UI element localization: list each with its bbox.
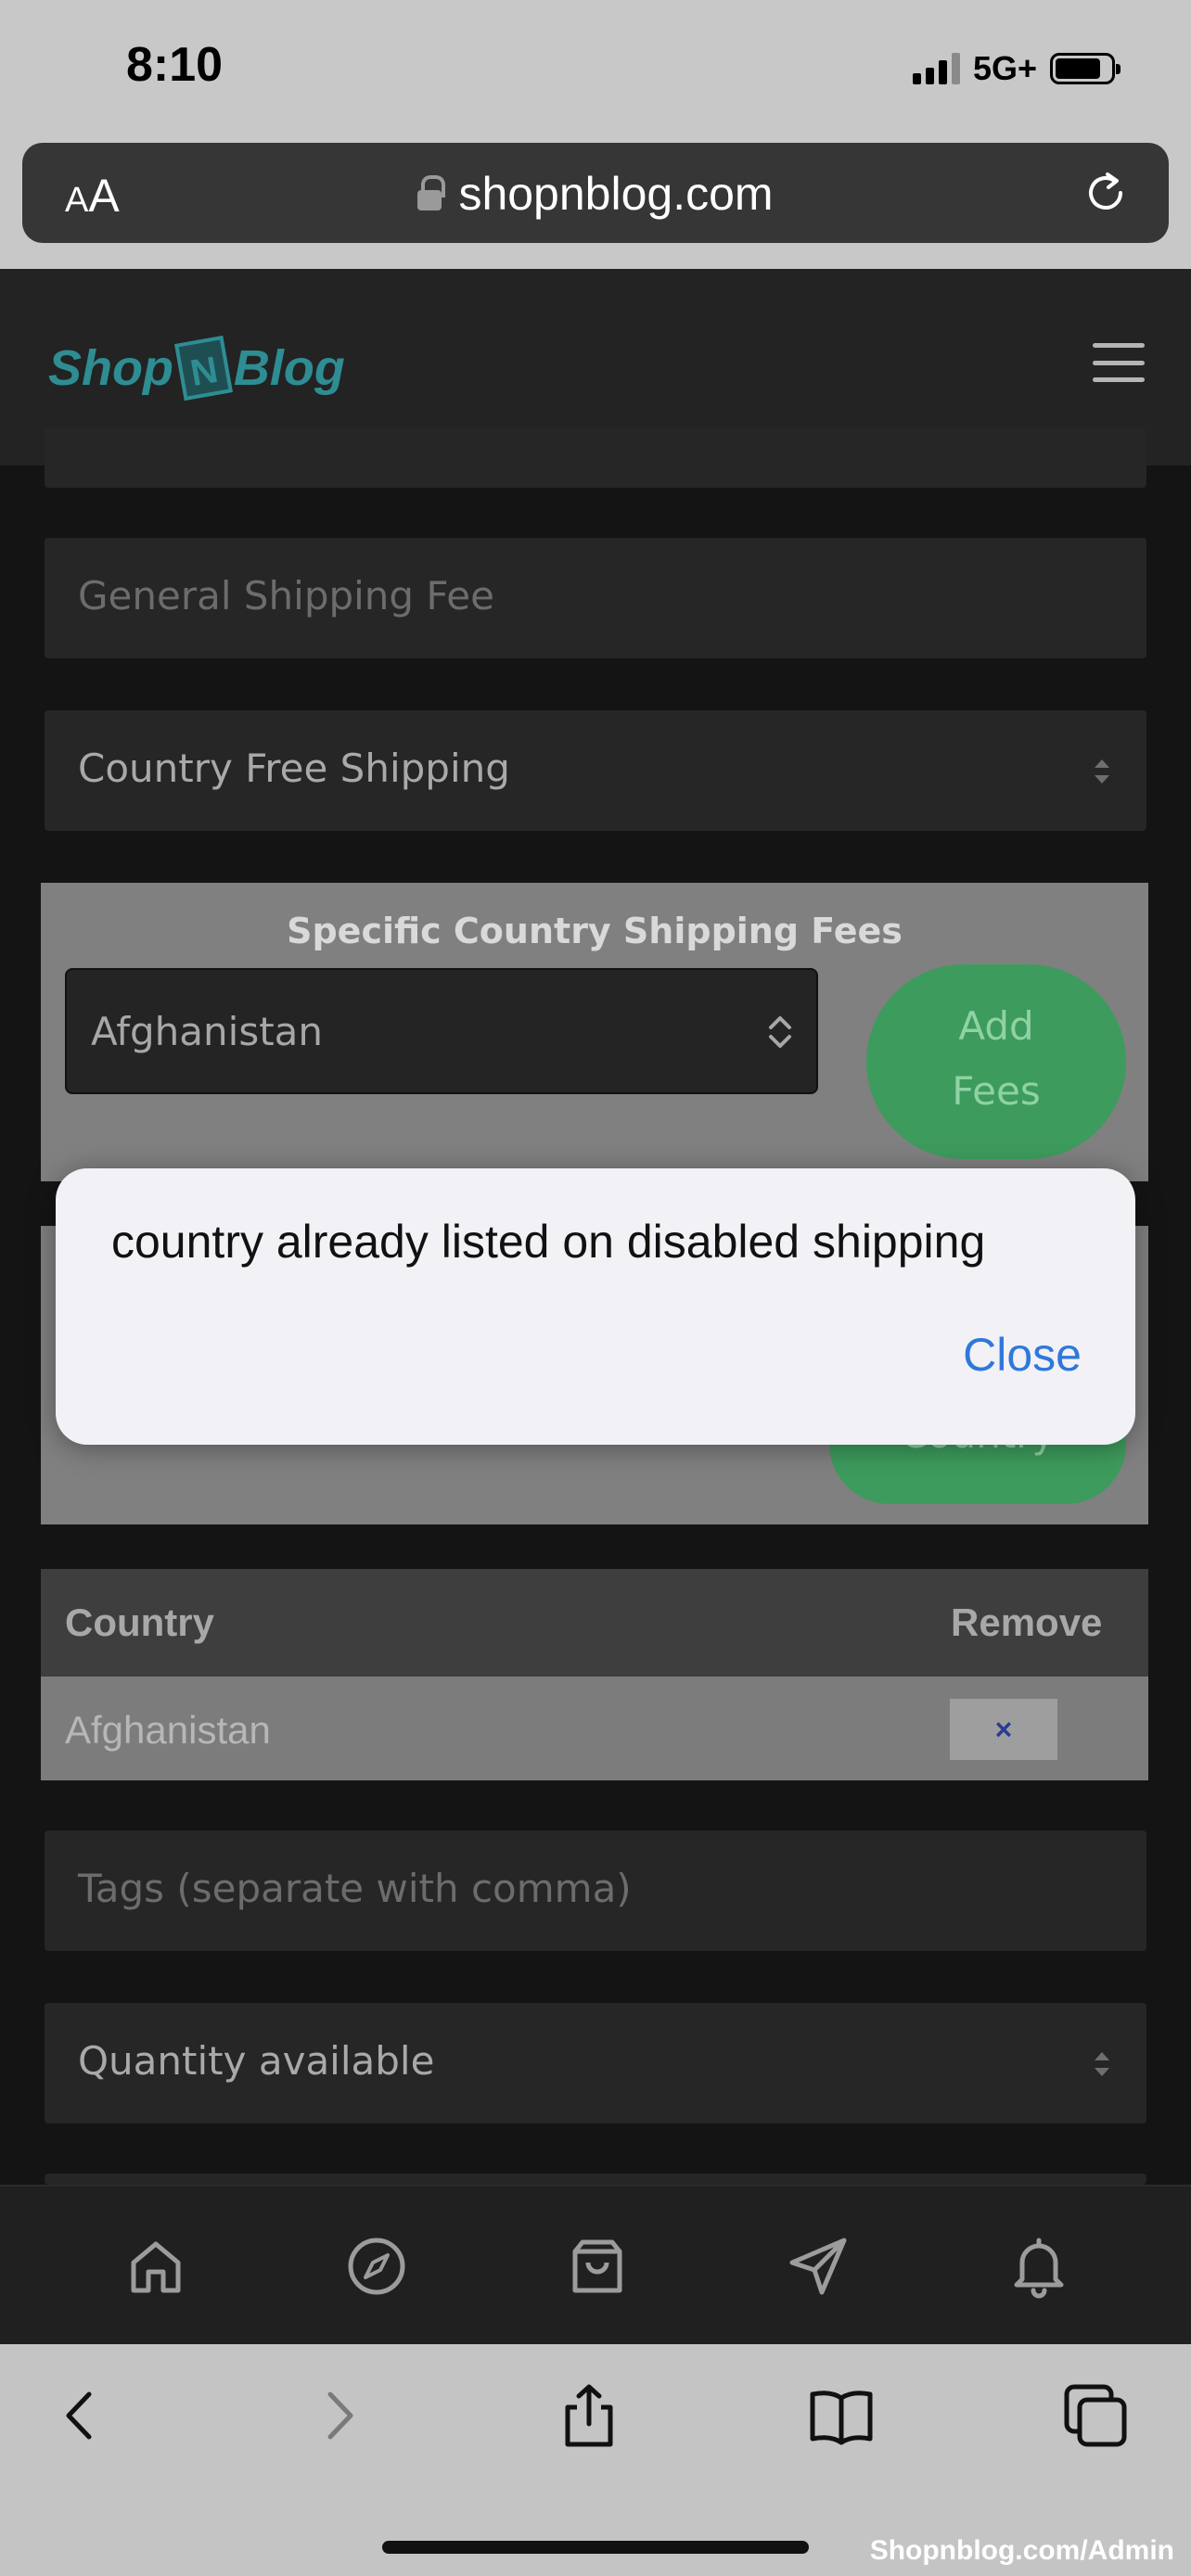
logo-text-right: Blog bbox=[233, 340, 345, 396]
select-arrows-icon bbox=[1095, 2052, 1109, 2076]
alert-message: country already listed on disabled shipp… bbox=[111, 1216, 986, 1268]
alert-close-button[interactable]: Close bbox=[963, 1328, 1082, 1382]
specific-country-select[interactable]: Afghanistan bbox=[65, 968, 818, 1094]
browser-toolbar: Shopnblog.com/Admin bbox=[0, 2344, 1191, 2576]
lock-icon bbox=[417, 175, 446, 212]
status-time: 8:10 bbox=[126, 38, 224, 92]
remove-row-button[interactable]: × bbox=[950, 1699, 1057, 1760]
row-country: Afghanistan bbox=[65, 1708, 271, 1752]
close-icon: × bbox=[994, 1712, 1013, 1746]
add-fees-button[interactable]: Add Fees bbox=[866, 964, 1126, 1159]
add-fees-label-line1: Add bbox=[958, 1003, 1034, 1049]
country-free-shipping-value: Country Free Shipping bbox=[78, 746, 510, 791]
disabled-countries-table: Country Remove Afghanistan × bbox=[41, 1569, 1148, 1780]
address-bar[interactable]: AA shopnblog.com bbox=[22, 143, 1169, 243]
table-header: Country Remove bbox=[41, 1569, 1148, 1677]
status-indicators: 5G+ bbox=[912, 48, 1121, 89]
browser-address-area: AA shopnblog.com bbox=[0, 139, 1191, 269]
site-logo[interactable]: Shop N Blog bbox=[48, 335, 345, 402]
logo-text-left: Shop bbox=[48, 340, 173, 396]
tabs-icon[interactable] bbox=[1063, 2383, 1128, 2448]
alert-dialog: country already listed on disabled shipp… bbox=[56, 1168, 1135, 1445]
tags-placeholder: Tags (separate with comma) bbox=[78, 1866, 632, 1911]
battery-icon bbox=[1050, 53, 1121, 84]
url-text: shopnblog.com bbox=[458, 168, 774, 220]
column-header-country: Country bbox=[65, 1600, 214, 1644]
home-icon[interactable] bbox=[122, 2233, 189, 2300]
status-bar: 8:10 5G+ bbox=[0, 0, 1191, 139]
compass-icon[interactable] bbox=[343, 2233, 410, 2300]
table-row: Afghanistan × bbox=[41, 1677, 1148, 1780]
specific-country-fees-panel: Specific Country Shipping Fees Afghanist… bbox=[41, 883, 1148, 1181]
reload-icon[interactable] bbox=[1080, 167, 1132, 219]
send-icon[interactable] bbox=[785, 2233, 852, 2300]
signal-icon bbox=[912, 53, 960, 84]
general-shipping-fee-placeholder: General Shipping Fee bbox=[78, 573, 494, 618]
tags-input[interactable]: Tags (separate with comma) bbox=[45, 1830, 1146, 1951]
add-fees-label-line2: Fees bbox=[952, 1068, 1041, 1114]
column-header-remove: Remove bbox=[951, 1600, 1103, 1644]
quantity-select[interactable]: Quantity available bbox=[45, 2003, 1146, 2123]
bag-icon[interactable] bbox=[564, 2233, 631, 2300]
chevron-updown-icon bbox=[769, 1016, 791, 1048]
country-free-shipping-select[interactable]: Country Free Shipping bbox=[45, 710, 1146, 831]
previous-field[interactable] bbox=[45, 428, 1146, 488]
share-icon[interactable] bbox=[557, 2383, 621, 2448]
bell-icon[interactable] bbox=[1005, 2233, 1072, 2300]
hamburger-icon[interactable] bbox=[1093, 343, 1145, 382]
back-icon[interactable] bbox=[48, 2383, 113, 2448]
home-indicator[interactable] bbox=[382, 2541, 809, 2554]
forward-icon[interactable] bbox=[306, 2383, 371, 2448]
app-bottom-nav bbox=[0, 2185, 1191, 2344]
selected-country: Afghanistan bbox=[91, 1009, 324, 1054]
network-label: 5G+ bbox=[972, 49, 1037, 87]
select-arrows-icon bbox=[1095, 759, 1109, 784]
panel-title: Specific Country Shipping Fees bbox=[287, 911, 903, 951]
quantity-value: Quantity available bbox=[78, 2038, 435, 2084]
watermark: Shopnblog.com/Admin bbox=[869, 2535, 1174, 2566]
url-display[interactable]: shopnblog.com bbox=[22, 167, 1169, 221]
logo-badge: N bbox=[174, 335, 233, 402]
bookmarks-icon[interactable] bbox=[809, 2383, 874, 2448]
next-field[interactable] bbox=[45, 2174, 1146, 2185]
general-shipping-fee-input[interactable]: General Shipping Fee bbox=[45, 538, 1146, 658]
